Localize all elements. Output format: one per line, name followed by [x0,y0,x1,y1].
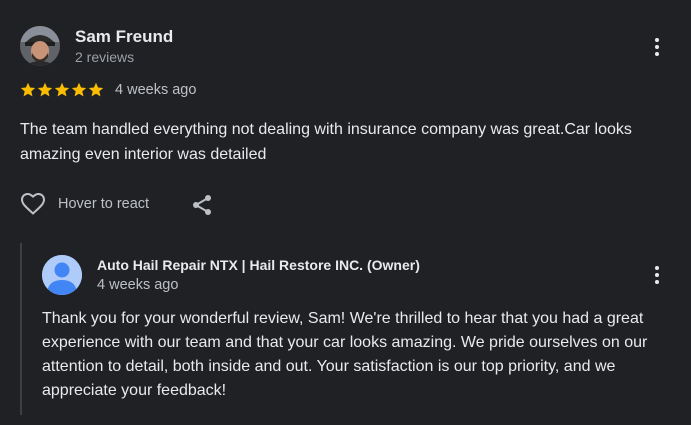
reviewer-avatar[interactable] [20,26,60,66]
star-icon [20,82,36,97]
reply-more-options-button[interactable] [645,263,669,287]
reviewer-photo [20,26,60,66]
reviewer-name[interactable]: Sam Freund [75,27,173,47]
star-icon [88,82,104,97]
more-vert-icon [655,266,659,284]
react-label: Hover to react [58,196,150,212]
share-button[interactable] [189,192,215,218]
review-text: The team handled everything not dealing … [20,121,632,163]
owner-avatar[interactable] [42,255,82,295]
share-icon [193,195,211,215]
star-icon [37,82,53,97]
reply-text: Thank you for your wonderful review, Sam… [42,310,648,399]
react-button[interactable]: Hover to react [20,192,149,216]
reply-divider [20,243,22,415]
reply-timestamp: 4 weeks ago [97,277,179,293]
review-timestamp: 4 weeks ago [115,82,197,98]
star-icon [71,82,87,97]
more-vert-icon [655,38,659,56]
review-more-options-button[interactable] [645,35,669,59]
star-rating [20,82,104,98]
reviewer-review-count: 2 reviews [75,49,135,65]
default-avatar-icon [42,255,82,295]
owner-name[interactable]: Auto Hail Repair NTX | Hail Restore INC.… [97,257,420,273]
heart-outline-icon [21,193,45,215]
star-icon [54,82,70,97]
